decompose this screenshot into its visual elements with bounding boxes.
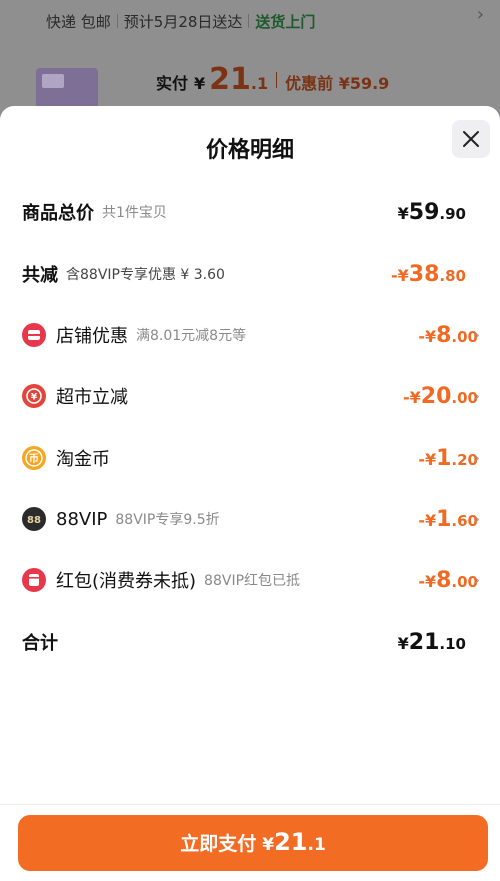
red-packet-icon: [22, 568, 46, 592]
gold-coin-icon: 币: [22, 446, 46, 470]
total-discount-note: 含88VIP专享优惠 ¥ 3.60: [66, 267, 225, 283]
amount-int: 59: [408, 199, 440, 225]
total-row: 合计 ¥ 21 .10: [0, 622, 500, 662]
amount-int: 21: [408, 629, 440, 655]
amount-int: 20: [420, 383, 452, 409]
currency-symbol: ¥: [424, 571, 437, 591]
close-icon: [463, 131, 479, 147]
minus-sign: -: [418, 449, 425, 469]
sheet-title: 价格明细: [205, 138, 294, 163]
supermarket-discount-row[interactable]: ¥ 超市立减 - ¥ 20 .00 ›: [0, 376, 500, 416]
svg-text:88: 88: [27, 515, 41, 526]
gold-coin-amount: - ¥ 1 .20: [418, 446, 478, 471]
shop-coupon-note: 满8.01元减8元等: [136, 328, 247, 344]
actual-payment-currency: ¥: [194, 74, 206, 93]
currency-symbol: ¥: [397, 633, 409, 653]
shop-coupon-icon: [22, 323, 46, 347]
amount-int: 1: [436, 445, 452, 471]
total-label: 合计: [22, 633, 58, 654]
shipping-eta: 预计5月28日送达: [123, 12, 243, 31]
svg-text:币: 币: [29, 453, 39, 465]
chevron-right-icon: ›: [474, 449, 480, 467]
amount-dec: .80: [439, 266, 466, 285]
shop-coupon-row[interactable]: 店铺优惠 满8.01元减8元等 - ¥ 8 .00 ›: [0, 315, 500, 355]
shop-coupon-amount: - ¥ 8 .00: [418, 323, 478, 348]
currency-symbol: ¥: [424, 326, 437, 346]
amount-int: 38: [408, 261, 440, 287]
total-discount-row: 共减 含88VIP专享优惠 ¥ 3.60 - ¥ 38 .80: [0, 254, 500, 294]
pay-now-label: 立即支付: [180, 833, 257, 855]
amount-int: 8: [436, 567, 452, 593]
currency-symbol: ¥: [424, 510, 437, 530]
currency-symbol: ¥: [397, 265, 409, 285]
close-button[interactable]: [452, 120, 490, 158]
subtotal-amount: ¥ 59 .90: [398, 200, 466, 225]
vip88-amount: - ¥ 1 .60: [418, 507, 478, 532]
shop-coupon-label: 店铺优惠: [56, 326, 128, 347]
actual-payment-dec: .1: [250, 74, 269, 93]
pay-now-dec: .1: [307, 835, 326, 855]
supermarket-discount-icon: ¥: [22, 384, 46, 408]
vip88-icon: 88: [22, 507, 46, 531]
shipping-info: 快递 包邮 预计5月28日送达 送货上门 ›: [0, 0, 500, 42]
actual-payment-int: 21: [209, 62, 251, 97]
total-discount-label: 共减: [22, 265, 58, 286]
amount-int: 1: [436, 506, 452, 532]
minus-sign: -: [418, 571, 425, 591]
total-discount-amount: - ¥ 38 .80: [391, 262, 466, 287]
footer-divider: [0, 804, 500, 805]
price-detail-sheet: 价格明细 商品总价 共1件宝贝 ¥ 59 .90 共减 含88VIP专享优惠 ¥…: [0, 106, 500, 881]
minus-sign: -: [403, 387, 410, 407]
product-thumbnail: [36, 68, 98, 110]
red-packet-note: 88VIP红包已抵: [204, 573, 301, 589]
delivery-type: 送货上门: [255, 12, 316, 31]
pay-now-button[interactable]: 立即支付 ¥ 21 .1: [18, 815, 488, 871]
currency-symbol: ¥: [424, 449, 437, 469]
red-packet-label: 红包(消费券未抵): [56, 571, 197, 592]
shipping-method: 快递 包邮: [46, 12, 111, 31]
chevron-right-icon: ›: [474, 571, 480, 589]
divider: [248, 14, 250, 28]
amount-dec: .10: [439, 634, 466, 653]
chevron-right-icon: ›: [474, 510, 480, 528]
red-packet-row[interactable]: 红包(消费券未抵) 88VIP红包已抵 - ¥ 8 .00 ›: [0, 560, 500, 600]
minus-sign: -: [391, 265, 398, 285]
minus-sign: -: [418, 326, 425, 346]
price-before-discount: 优惠前 ¥59.9: [285, 74, 390, 93]
actual-payment-label: 实付: [156, 74, 189, 93]
actual-payment: 实付 ¥ 21 .1 优惠前 ¥59.9: [156, 62, 389, 97]
chevron-right-icon: ›: [474, 326, 480, 344]
subtotal-label: 商品总价: [22, 203, 94, 224]
supermarket-discount-amount: - ¥ 20 .00: [403, 384, 478, 409]
amount-int: 8: [436, 322, 452, 348]
chevron-right-icon: ›: [474, 387, 480, 405]
amount-dec: .90: [439, 204, 466, 223]
svg-text:¥: ¥: [31, 393, 38, 403]
divider: [276, 71, 278, 88]
gold-coin-label: 淘金币: [56, 449, 110, 470]
vip88-note: 88VIP专享9.5折: [115, 512, 220, 528]
minus-sign: -: [418, 510, 425, 530]
subtotal-item-count: 共1件宝贝: [102, 205, 167, 221]
gold-coin-row[interactable]: 币 淘金币 - ¥ 1 .20 ›: [0, 438, 500, 478]
total-amount: ¥ 21 .10: [398, 630, 466, 655]
currency-symbol: ¥: [409, 387, 421, 407]
subtotal-row: 商品总价 共1件宝贝 ¥ 59 .90: [0, 192, 500, 232]
pay-now-int: 21: [274, 828, 308, 856]
divider: [116, 14, 118, 28]
pay-now-currency: ¥: [262, 835, 275, 855]
red-packet-amount: - ¥ 8 .00: [418, 568, 478, 593]
vip88-label: 88VIP: [56, 508, 108, 530]
chevron-right-icon: ›: [476, 4, 484, 25]
supermarket-discount-label: 超市立减: [56, 387, 128, 408]
vip88-row[interactable]: 88 88VIP 88VIP专享9.5折 - ¥ 1 .60 ›: [0, 499, 500, 539]
currency-symbol: ¥: [397, 203, 409, 223]
